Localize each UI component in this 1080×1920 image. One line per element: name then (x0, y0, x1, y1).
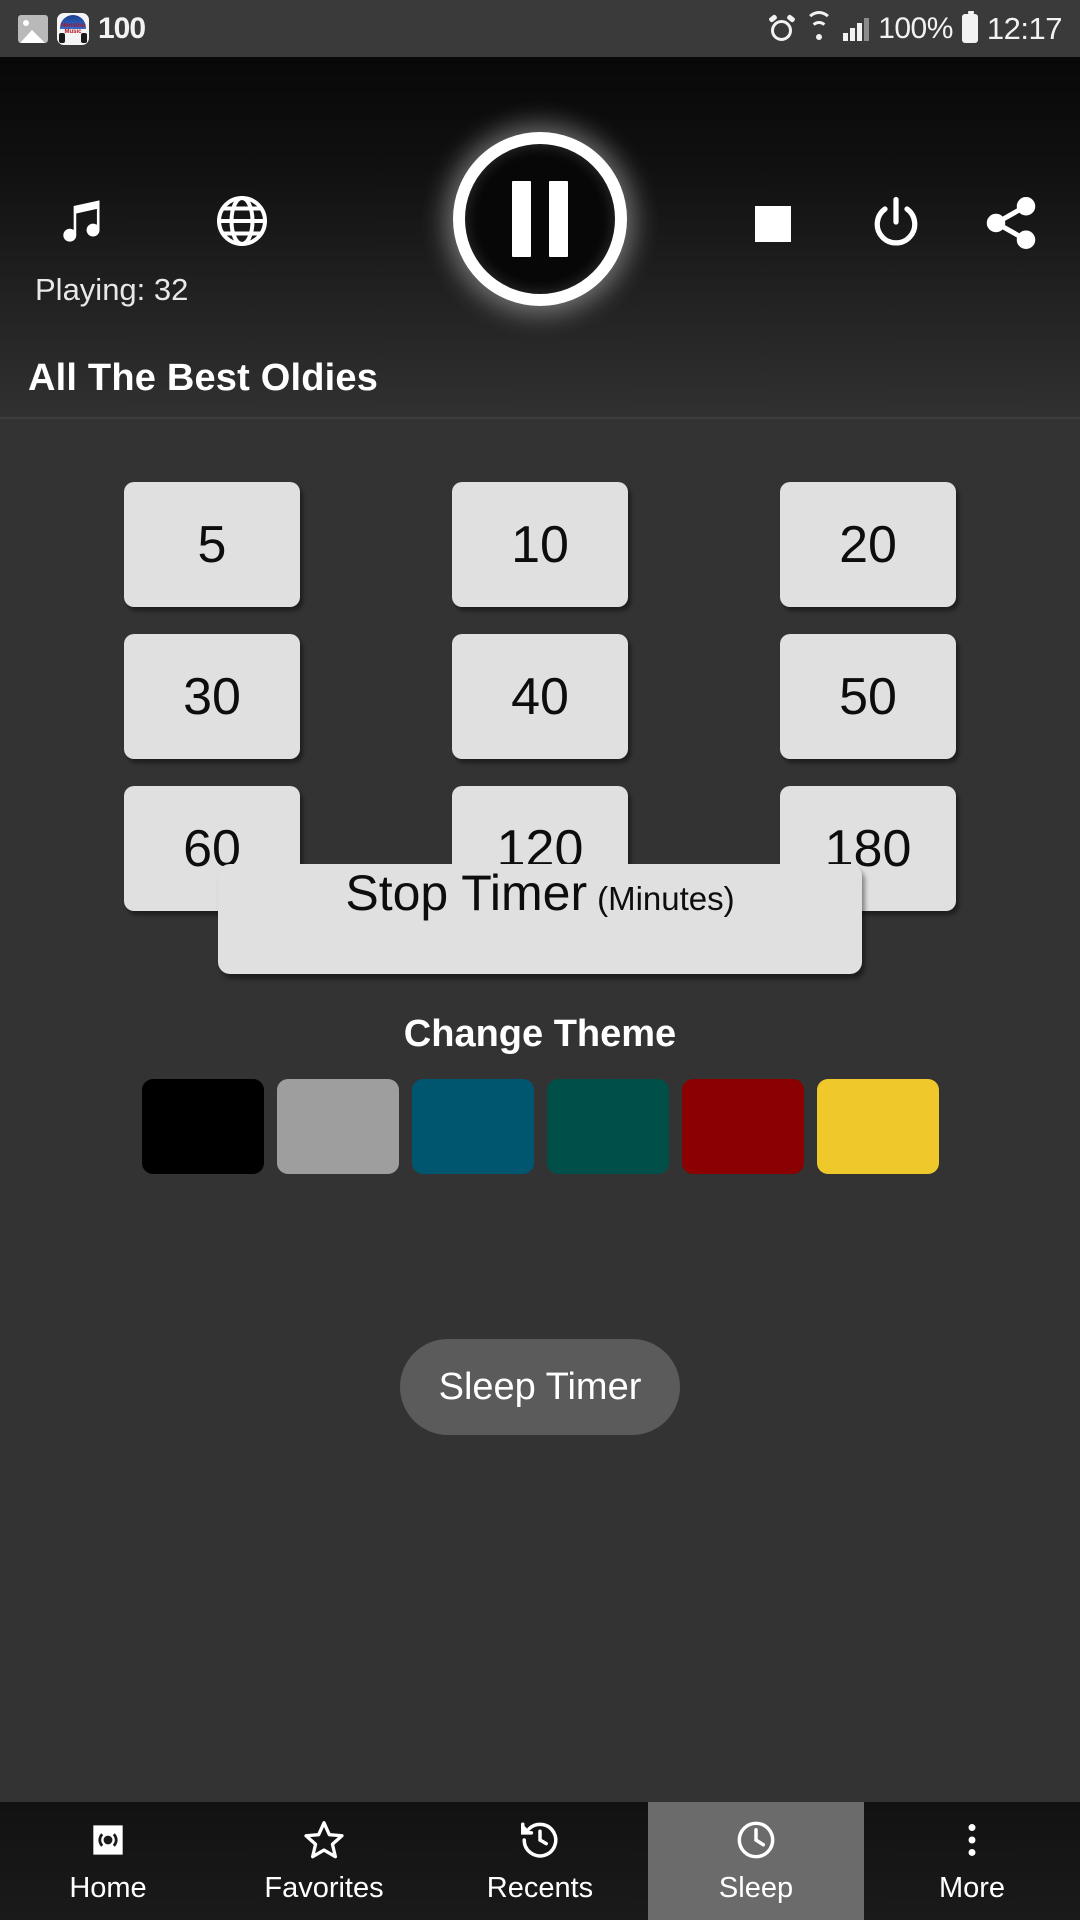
stop-timer-units: (Minutes) (597, 880, 735, 917)
nav-label-sleep: Sleep (718, 1872, 794, 1904)
stop-timer-label: Stop Timer (345, 865, 588, 921)
status-bar: Nonstop Music 100 100% 12:17 (0, 0, 1080, 57)
history-clock-icon (517, 1817, 563, 1863)
radio-broadcast-icon (85, 1817, 131, 1863)
nav-item-sleep[interactable]: Sleep (648, 1802, 864, 1920)
pause-bar-right (549, 181, 568, 257)
share-button[interactable] (975, 187, 1047, 259)
timer-button-10[interactable]: 10 (452, 482, 628, 607)
alarm-icon (768, 13, 796, 42)
theme-swatch-yellow[interactable] (816, 1079, 939, 1174)
nav-item-home[interactable]: Home (0, 1802, 216, 1920)
wifi-icon (804, 10, 834, 41)
timer-button-40[interactable]: 40 (452, 634, 628, 759)
nav-item-more[interactable]: More (864, 1802, 1080, 1920)
player-controls (0, 57, 1080, 306)
timer-row: 30 40 50 (0, 634, 1080, 759)
bottom-navigation: Home Favorites Recents Sleep More (0, 1802, 1080, 1920)
status-bar-clock: 12:17 (986, 10, 1063, 46)
timer-button-30[interactable]: 30 (124, 634, 300, 759)
nav-item-recents[interactable]: Recents (432, 1802, 648, 1920)
sleep-timer-panel: 5 10 20 30 40 50 60 120 180 Stop Timer (… (0, 419, 1080, 1802)
nav-label-more: More (938, 1872, 1006, 1904)
change-theme-title: Change Theme (403, 1013, 677, 1055)
theme-swatch-black[interactable] (141, 1079, 264, 1174)
player-header: Playing: 32 All The Best Oldies (0, 57, 1080, 418)
sleep-timer-pill-button[interactable]: Sleep Timer (400, 1339, 680, 1435)
nav-label-home: Home (69, 1872, 147, 1904)
theme-swatch-green[interactable] (546, 1079, 669, 1174)
music-note-icon[interactable] (48, 185, 120, 257)
app-icon-label: Nonstop Music (60, 22, 86, 35)
nav-item-favorites[interactable]: Favorites (216, 1802, 432, 1920)
stop-button[interactable] (740, 191, 806, 257)
timer-button-5[interactable]: 5 (124, 482, 300, 607)
power-button[interactable] (860, 187, 932, 259)
status-bar-right: 100% 12:17 (768, 10, 1063, 47)
battery-icon (961, 11, 978, 43)
theme-swatch-gray[interactable] (276, 1079, 399, 1174)
stop-timer-button[interactable]: Stop Timer (Minutes) (218, 864, 862, 974)
station-title: All The Best Oldies (28, 357, 379, 399)
theme-swatch-blue[interactable] (411, 1079, 534, 1174)
pause-button[interactable] (453, 132, 627, 306)
theme-swatch-red[interactable] (681, 1079, 804, 1174)
battery-percent: 100% (878, 11, 953, 45)
nav-label-favorites: Favorites (264, 1872, 384, 1904)
timer-button-20[interactable]: 20 (780, 482, 956, 607)
overflow-dots-icon (949, 1817, 995, 1863)
globe-icon[interactable] (206, 185, 278, 257)
nav-label-recents: Recents (486, 1872, 594, 1904)
star-icon (301, 1817, 347, 1863)
cell-signal-icon (843, 17, 870, 41)
timer-row: 5 10 20 (0, 482, 1080, 607)
notification-count: 100 (98, 11, 146, 45)
app-root: Nonstop Music 100 100% 12:17 Playing: 32… (0, 0, 1080, 1920)
status-bar-left: Nonstop Music 100 (18, 11, 146, 46)
theme-swatch-row (0, 1079, 1080, 1174)
timer-button-50[interactable]: 50 (780, 634, 956, 759)
nonstop-music-app-icon: Nonstop Music (57, 12, 89, 45)
pause-bar-left (512, 181, 531, 257)
clock-icon (733, 1817, 779, 1863)
gallery-icon (18, 14, 48, 43)
timer-button-grid: 5 10 20 30 40 50 60 120 180 (0, 482, 1080, 911)
playing-count-label: Playing: 32 (35, 272, 189, 307)
